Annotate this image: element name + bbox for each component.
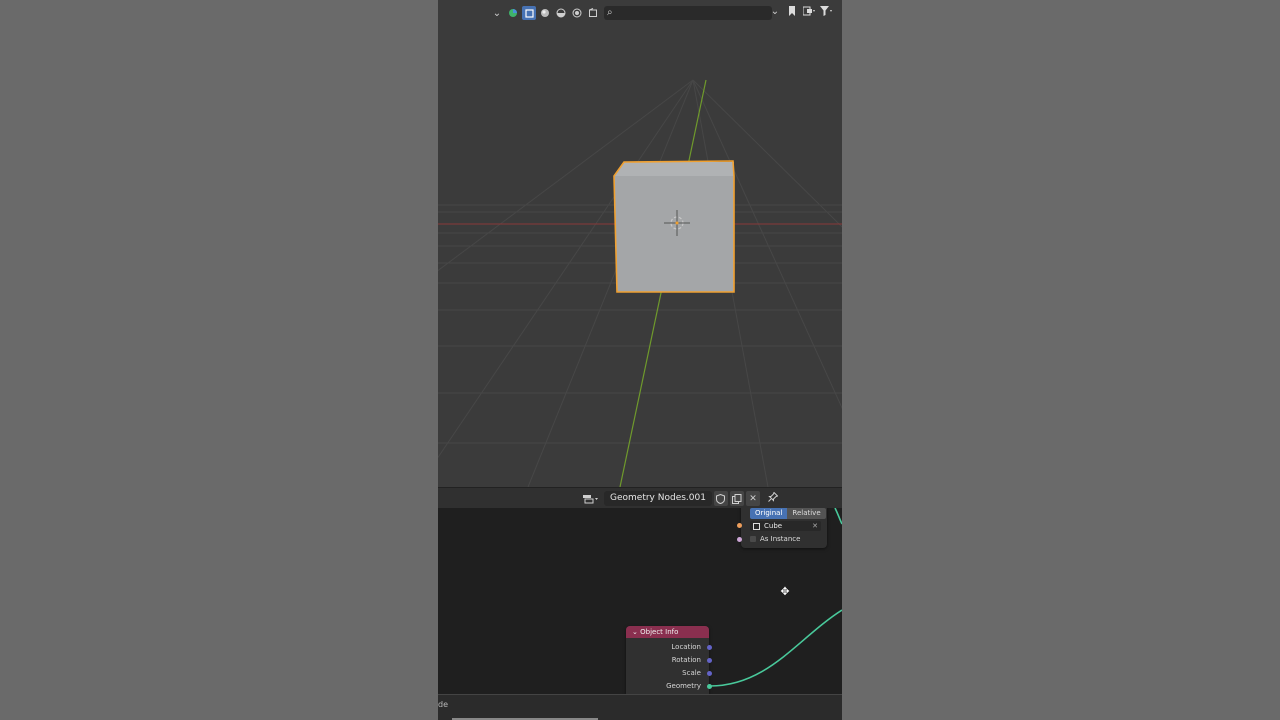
mode-relative-option[interactable]: Relative (787, 508, 826, 519)
status-bar: de (438, 694, 842, 720)
object-value: Cube (764, 522, 783, 530)
object-info-node-top[interactable]: Original Relative Cube ✕ As Instance (737, 508, 827, 548)
blender-window: ⌄ ⌕ ⌄ Geometry Nodes.001 ✕ Original Rela… (438, 0, 842, 720)
geometry-output-label: Geometry (666, 682, 701, 690)
object-info-node[interactable]: ⌄ Object Info Location Rotation Scale Ge… (626, 626, 712, 694)
rotation-socket[interactable] (707, 658, 712, 663)
cube-icon (753, 523, 760, 530)
node-tree-selector: Geometry Nodes.001 ✕ (580, 491, 779, 506)
as-instance-socket[interactable] (737, 537, 742, 542)
pin-icon[interactable] (768, 491, 779, 505)
scale-output-label: Scale (682, 669, 701, 677)
node-editor-canvas[interactable]: Original Relative Cube ✕ As Instance ✥ ⌄… (438, 508, 842, 694)
location-output-label: Location (671, 643, 701, 651)
object-info-title: Object Info (640, 628, 679, 636)
bookmark-icon[interactable] (785, 4, 799, 18)
object-info-node-header[interactable]: ⌄ Object Info (626, 626, 709, 638)
status-text: de (438, 700, 448, 709)
viewport-header-right: ⌄ (768, 4, 833, 18)
viewport-shading-icon[interactable] (506, 6, 520, 20)
as-instance-checkbox[interactable] (750, 536, 756, 542)
geometry-link (709, 609, 842, 687)
mode-segmented-control: Original Relative (750, 508, 826, 519)
object-picker-field[interactable]: Cube ✕ (750, 521, 821, 531)
render-sphere-icon[interactable] (570, 6, 584, 20)
mode-original-option[interactable]: Original (750, 508, 788, 519)
shield-icon[interactable] (713, 491, 728, 506)
solid-sphere-icon[interactable] (538, 6, 552, 20)
selected-cube[interactable] (613, 160, 735, 293)
as-instance-row: As Instance (750, 535, 800, 543)
geometry-socket[interactable] (707, 684, 712, 689)
3d-viewport[interactable]: ⌄ ⌕ ⌄ (438, 0, 842, 487)
node-tree-type-icon[interactable] (580, 491, 602, 506)
filter-icon[interactable] (819, 4, 833, 18)
scale-socket[interactable] (707, 671, 712, 676)
duplicate-icon[interactable] (729, 491, 744, 506)
select-box-icon[interactable] (522, 6, 536, 20)
viewport-scene (438, 79, 842, 487)
search-icon: ⌕ (607, 7, 613, 18)
view-layers-icon[interactable] (802, 4, 816, 18)
chevron-down-icon[interactable]: ⌄ (768, 4, 782, 18)
viewport-header: ⌄ ⌕ (490, 4, 772, 22)
rotation-output-label: Rotation (671, 656, 701, 664)
material-sphere-icon[interactable] (554, 6, 568, 20)
viewport-search-field[interactable]: ⌕ (604, 6, 772, 20)
geometry-link-top (834, 508, 842, 525)
node-tree-name-field[interactable]: Geometry Nodes.001 (604, 491, 712, 506)
wireframe-icon[interactable] (586, 6, 600, 20)
object-input-socket[interactable] (737, 523, 742, 528)
as-instance-label: As Instance (760, 535, 801, 543)
location-socket[interactable] (707, 645, 712, 650)
close-icon[interactable]: ✕ (745, 491, 760, 506)
clear-object-icon[interactable]: ✕ (812, 521, 818, 531)
chevron-down-icon[interactable]: ⌄ (490, 6, 504, 20)
node-editor-header: Geometry Nodes.001 ✕ (438, 487, 842, 509)
move-cursor-icon: ✥ (780, 585, 790, 598)
collapse-chevron-icon[interactable]: ⌄ (632, 628, 638, 636)
